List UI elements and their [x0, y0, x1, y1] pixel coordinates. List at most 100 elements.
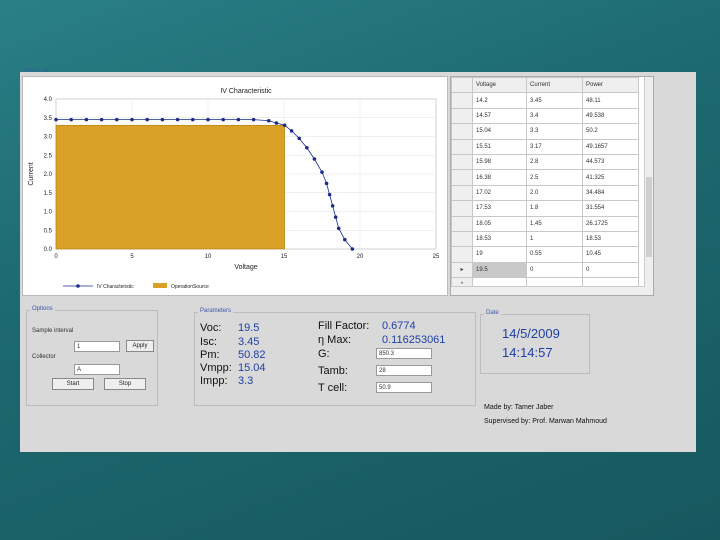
y-tick-label: 2.5 — [44, 153, 53, 159]
cell-power[interactable]: 49.538 — [582, 107, 639, 125]
cell-current[interactable]: 1.45 — [526, 215, 583, 232]
cell-voltage[interactable]: 16.38 — [472, 169, 527, 186]
row-header[interactable] — [451, 107, 473, 125]
table-header-row: Voltage Current Power — [451, 77, 639, 94]
cell-voltage[interactable]: 18.05 — [472, 215, 527, 232]
row-header-corner — [451, 77, 473, 94]
row-header[interactable]: ▸ — [451, 261, 473, 279]
cell-current[interactable]: 0 — [526, 261, 583, 279]
cell-power[interactable]: 50.2 — [582, 123, 639, 140]
sample-interval-label: Sample interval — [32, 328, 74, 334]
cell-current[interactable]: 1 — [526, 230, 583, 248]
grid-vertical-scrollbar[interactable] — [644, 77, 653, 295]
cell-voltage[interactable]: 15.98 — [472, 153, 527, 171]
row-header[interactable] — [451, 200, 473, 217]
cell-power[interactable]: 26.1725 — [582, 215, 639, 232]
iv-point — [333, 215, 338, 219]
col-header-voltage[interactable]: Voltage — [472, 77, 527, 94]
cell-current[interactable]: 3.17 — [526, 138, 583, 155]
cell-power[interactable]: 44.573 — [582, 153, 639, 171]
cell-voltage[interactable]: 14.57 — [472, 107, 527, 125]
tcell-input[interactable]: 50.9 — [376, 382, 432, 393]
row-header[interactable] — [451, 184, 473, 202]
table-row[interactable]: 19 0.55 10.45 — [451, 246, 639, 263]
row-header[interactable] — [451, 123, 473, 140]
iv-point — [312, 157, 317, 161]
iv-point — [324, 181, 329, 186]
collector-label: Collector — [32, 354, 56, 360]
cell-current[interactable]: 2.0 — [526, 184, 583, 202]
table-row[interactable]: 17.53 1.8 31.554 — [451, 200, 639, 217]
row-header[interactable] — [451, 246, 473, 263]
col-header-current[interactable]: Current — [526, 77, 583, 94]
col-header-power[interactable]: Power — [582, 77, 639, 94]
y-tick-label: 2.0 — [44, 172, 53, 178]
tamb-label: Tamb: — [318, 365, 348, 377]
x-tick-label: 5 — [130, 254, 134, 260]
iv-point — [69, 117, 73, 122]
cell-voltage[interactable]: 15.51 — [472, 138, 527, 155]
table-row[interactable]: 16.38 2.5 41.325 — [451, 169, 639, 186]
tamb-input[interactable]: 28 — [376, 365, 432, 376]
cell-voltage[interactable]: 14.2 — [472, 92, 527, 109]
cell-power[interactable]: 10.45 — [582, 246, 639, 263]
grid-horizontal-scrollbar[interactable] — [451, 286, 645, 295]
row-header[interactable] — [451, 138, 473, 155]
iv-point — [99, 117, 104, 122]
cell-voltage[interactable]: 19 — [472, 246, 527, 263]
g-label: G: — [318, 348, 330, 360]
iv-point — [84, 117, 89, 122]
cell-current[interactable]: 3.4 — [526, 107, 583, 125]
sample-interval-input[interactable]: 1 — [74, 341, 120, 352]
cell-voltage[interactable]: 19.5 — [472, 261, 527, 279]
stop-button[interactable]: Stop — [104, 378, 146, 390]
row-header[interactable] — [451, 92, 473, 109]
iv-point — [251, 117, 256, 122]
vmpp-label: Vmpp: — [200, 362, 232, 374]
table-row[interactable]: 18.05 1.45 26.1725 — [451, 215, 639, 232]
legend-label-operation: OperationSource — [171, 284, 209, 290]
table-row[interactable]: ▸ 19.5 0 0 — [451, 261, 639, 279]
apply-button[interactable]: Apply — [126, 340, 154, 352]
cell-power[interactable]: 49.1657 — [582, 138, 639, 155]
chart-title: IV Characteristic — [220, 88, 272, 95]
table-row[interactable]: 15.98 2.8 44.573 — [451, 153, 639, 171]
cell-power[interactable]: 48.11 — [582, 92, 639, 109]
tcell-label: T cell: — [318, 382, 348, 394]
cell-current[interactable]: 3.3 — [526, 123, 583, 140]
cell-power[interactable]: 41.325 — [582, 169, 639, 186]
cell-power[interactable]: 18.53 — [582, 230, 639, 248]
row-header[interactable] — [451, 230, 473, 248]
table-row[interactable]: 14.2 3.45 48.11 — [451, 92, 639, 109]
g-input[interactable]: 850.3 — [376, 348, 432, 359]
y-tick-label: 1.5 — [44, 191, 53, 197]
iv-point — [297, 136, 302, 141]
cell-power[interactable]: 34.484 — [582, 184, 639, 202]
x-tick-label: 10 — [205, 254, 212, 260]
scrollbar-thumb[interactable] — [646, 177, 652, 257]
cell-current[interactable]: 1.8 — [526, 200, 583, 217]
table-row[interactable]: 15.04 3.3 50.2 — [451, 123, 639, 140]
cell-voltage[interactable]: 15.04 — [472, 123, 527, 140]
cell-voltage[interactable]: 17.53 — [472, 200, 527, 217]
y-tick-label: 3.0 — [44, 135, 53, 141]
table-row[interactable]: 17.02 2.0 34.484 — [451, 184, 639, 202]
collector-input[interactable]: A — [74, 364, 120, 375]
iv-point — [336, 226, 341, 231]
cell-current[interactable]: 2.5 — [526, 169, 583, 186]
cell-current[interactable]: 3.45 — [526, 92, 583, 109]
table-row[interactable]: 18.53 1 18.53 — [451, 230, 639, 248]
cell-power[interactable]: 31.554 — [582, 200, 639, 217]
row-header[interactable] — [451, 169, 473, 186]
cell-voltage[interactable]: 17.02 — [472, 184, 527, 202]
cell-power[interactable]: 0 — [582, 261, 639, 279]
cell-current[interactable]: 0.55 — [526, 246, 583, 263]
table-row[interactable]: 15.51 3.17 49.1657 — [451, 138, 639, 155]
row-header[interactable] — [451, 215, 473, 232]
cell-voltage[interactable]: 18.53 — [472, 230, 527, 248]
table-row[interactable]: 14.57 3.4 49.538 — [451, 107, 639, 125]
row-header[interactable] — [451, 153, 473, 171]
cell-current[interactable]: 2.8 — [526, 153, 583, 171]
data-grid[interactable]: Voltage Current Power 14.2 3.45 48.11 14.57… — [450, 76, 654, 296]
start-button[interactable]: Start — [52, 378, 94, 390]
